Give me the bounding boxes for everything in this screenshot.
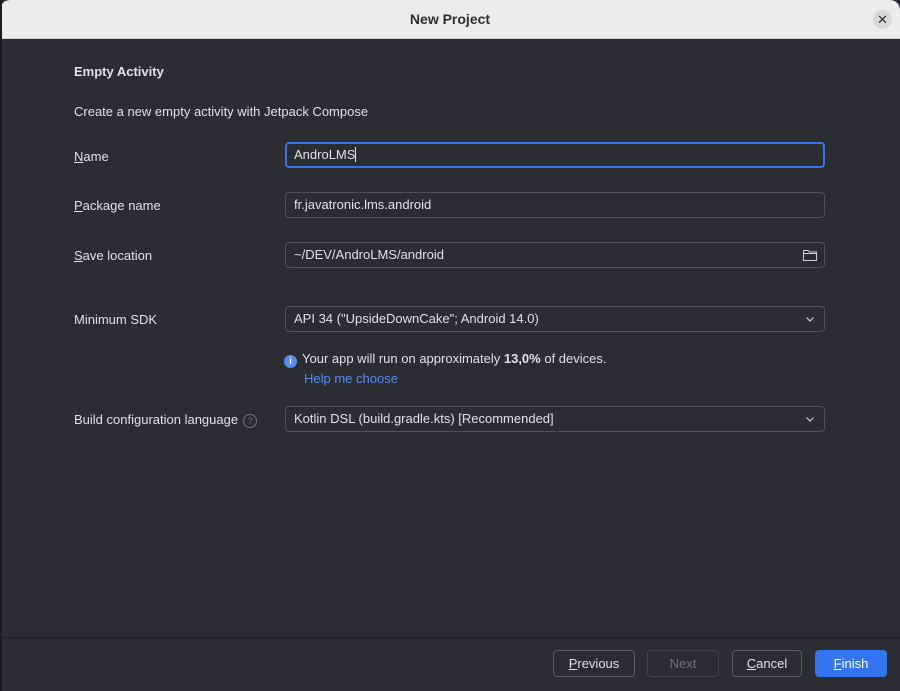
- cancel-mnemonic: C: [746, 656, 757, 671]
- name-label-rest: ame: [83, 149, 109, 164]
- finish-rest: inish: [841, 656, 869, 671]
- name-field[interactable]: AndroLMS: [285, 142, 825, 168]
- template-description: Create a new empty activity with Jetpack…: [74, 104, 369, 119]
- previous-rest: revious: [577, 656, 620, 671]
- save-location-label-mnemonic: S: [74, 248, 83, 263]
- finish-mnemonic: F: [833, 656, 842, 671]
- sdk-info-prefix: Your app will run on approximately: [302, 351, 504, 366]
- cancel-button[interactable]: Cancel: [732, 650, 802, 677]
- chevron-down-icon: [806, 317, 814, 322]
- template-title: Empty Activity: [74, 64, 164, 79]
- form-area: Empty Activity Create a new empty activi…: [0, 39, 900, 637]
- sdk-info-suffix: of devices.: [540, 351, 607, 366]
- build-config-language-dropdown[interactable]: Kotlin DSL (build.gradle.kts) [Recommend…: [285, 406, 825, 432]
- package-name-label-rest: ackage name: [82, 198, 161, 213]
- close-icon: ✕: [877, 12, 888, 27]
- sdk-info-percent: 13,0%: [503, 351, 541, 366]
- previous-button[interactable]: Previous: [553, 650, 635, 677]
- close-button[interactable]: ✕: [873, 10, 892, 29]
- chevron-down-icon: [806, 417, 814, 422]
- folder-icon[interactable]: [802, 247, 818, 263]
- cancel-rest: ancel: [756, 656, 788, 671]
- save-location-label: Save location: [74, 248, 152, 263]
- build-config-language-label: Build configuration language?: [74, 412, 258, 428]
- next-button[interactable]: Next: [647, 650, 719, 677]
- save-location-field[interactable]: ~/DEV/AndroLMS/android: [285, 242, 825, 268]
- name-label-mnemonic: N: [74, 149, 84, 164]
- info-icon: i: [284, 355, 297, 368]
- title-bar: New Project ✕: [0, 0, 900, 39]
- minimum-sdk-dropdown[interactable]: API 34 ("UpsideDownCake"; Android 14.0): [285, 306, 825, 332]
- package-name-field[interactable]: fr.javatronic.lms.android: [285, 192, 825, 218]
- build-config-language-text: Build configuration language: [74, 412, 239, 427]
- question-mark-icon[interactable]: ?: [243, 414, 258, 428]
- text-caret: [355, 147, 357, 162]
- sdk-info: i Your app will run on approximately 13,0…: [284, 351, 607, 368]
- name-field-value: AndroLMS: [294, 147, 356, 162]
- dialog-title: New Project: [409, 11, 491, 27]
- name-label: Name: [74, 149, 109, 164]
- help-me-choose-link[interactable]: Help me choose: [304, 371, 398, 386]
- minimum-sdk-label: Minimum SDK: [74, 312, 158, 327]
- finish-button[interactable]: Finish: [815, 650, 887, 677]
- build-config-language-value: Kotlin DSL (build.gradle.kts) [Recommend…: [294, 411, 554, 426]
- window-edge: [0, 0, 2, 691]
- new-project-dialog: New Project ✕ Empty Activity Create a ne…: [0, 0, 900, 691]
- package-name-value: fr.javatronic.lms.android: [294, 197, 432, 212]
- button-bar: Previous Next Cancel Finish: [0, 637, 900, 691]
- package-name-label: Package name: [74, 198, 161, 213]
- package-name-label-mnemonic: P: [74, 198, 83, 213]
- save-location-label-rest: ave location: [82, 248, 153, 263]
- save-location-value: ~/DEV/AndroLMS/android: [294, 247, 444, 262]
- minimum-sdk-value: API 34 ("UpsideDownCake"; Android 14.0): [294, 311, 539, 326]
